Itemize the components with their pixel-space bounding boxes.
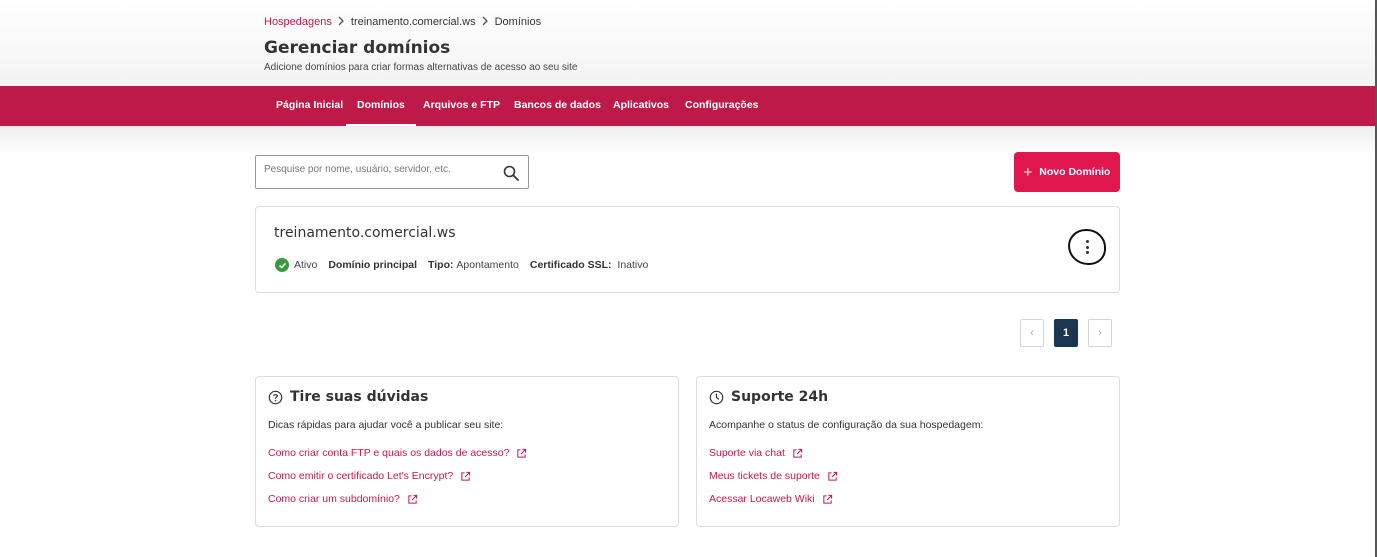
help-link-subdomain[interactable]: Como criar um subdomínio? xyxy=(268,493,418,505)
page-title: Gerenciar domínios xyxy=(264,38,451,58)
external-link-icon xyxy=(793,448,803,458)
check-circle-icon xyxy=(275,258,289,272)
support-link-tickets[interactable]: Meus tickets de suporte xyxy=(709,470,838,482)
support-card-description: Acompanhe o status de configuração da su… xyxy=(709,419,984,431)
support-link-label: Suporte via chat xyxy=(709,447,785,459)
tab-bancos-de-dados[interactable]: Bancos de dados xyxy=(514,86,601,126)
search-box[interactable] xyxy=(255,155,529,189)
main-nav: Página Inicial Domínios Arquivos e FTP B… xyxy=(0,86,1375,126)
external-link-icon xyxy=(822,494,832,504)
help-circle-icon xyxy=(268,390,283,404)
status-badge: Ativo xyxy=(275,258,317,272)
status-text: Ativo xyxy=(294,259,318,271)
help-link-label: Como emitir o certificado Let's Encrypt? xyxy=(268,470,454,482)
support-card: Suporte 24h Acompanhe o status de config… xyxy=(696,376,1120,527)
domain-meta: Ativo Domínio principal Tipo: Apontament… xyxy=(275,258,659,272)
tab-arquivos-ftp[interactable]: Arquivos e FTP xyxy=(423,86,500,126)
ssl-label: Certificado SSL: xyxy=(529,259,612,271)
pagination-prev-button[interactable]: ‹ xyxy=(1020,319,1044,347)
kebab-menu-icon[interactable] xyxy=(1081,238,1093,256)
type-value: Apontamento xyxy=(456,259,519,271)
help-link-ftp[interactable]: Como criar conta FTP e quais os dados de… xyxy=(268,447,527,459)
help-card-title: Tire suas dúvidas xyxy=(268,389,428,405)
search-input[interactable] xyxy=(264,164,494,175)
help-card-title-text: Tire suas dúvidas xyxy=(290,389,429,405)
help-card-description: Dicas rápidas para ajudar você a publica… xyxy=(268,419,504,431)
breadcrumb-hospedagens[interactable]: Hospedagens xyxy=(264,16,332,28)
help-card: Tire suas dúvidas Dicas rápidas para aju… xyxy=(255,376,679,527)
page-header: Hospedagens treinamento.comercial.ws Dom… xyxy=(0,0,1375,86)
support-card-title: Suporte 24h xyxy=(709,389,828,405)
pagination-next-button[interactable]: › xyxy=(1088,319,1112,347)
support-link-wiki[interactable]: Acessar Locaweb Wiki xyxy=(709,493,833,505)
primary-domain-label: Domínio principal xyxy=(328,259,418,271)
support-card-title-text: Suporte 24h xyxy=(731,389,829,405)
external-link-icon xyxy=(828,471,838,481)
tab-dominios[interactable]: Domínios xyxy=(346,86,416,126)
help-link-ssl[interactable]: Como emitir o certificado Let's Encrypt? xyxy=(268,470,471,482)
tab-pagina-inicial[interactable]: Página Inicial xyxy=(276,86,343,126)
search-icon[interactable] xyxy=(503,165,519,181)
breadcrumb-site[interactable]: treinamento.comercial.ws xyxy=(351,16,476,28)
domain-card: treinamento.comercial.ws Ativo Domínio p… xyxy=(255,206,1120,293)
ssl-value: Inativo xyxy=(617,259,649,271)
chevron-right-icon xyxy=(482,15,489,29)
external-link-icon xyxy=(461,471,471,481)
support-link-label: Acessar Locaweb Wiki xyxy=(709,493,815,505)
help-link-label: Como criar conta FTP e quais os dados de… xyxy=(268,447,510,459)
chevron-right-icon: › xyxy=(1098,327,1102,339)
chevron-left-icon: ‹ xyxy=(1030,327,1034,339)
help-link-label: Como criar um subdomínio? xyxy=(268,493,400,505)
breadcrumb-current: Domínios xyxy=(494,16,542,28)
support-link-chat[interactable]: Suporte via chat xyxy=(709,447,803,459)
page-subtitle: Adicione domínios para criar formas alte… xyxy=(264,62,578,73)
domain-name: treinamento.comercial.ws xyxy=(274,225,456,241)
plus-icon: + xyxy=(1023,163,1033,181)
type-label: Tipo: xyxy=(428,259,454,271)
external-link-icon xyxy=(408,494,418,504)
breadcrumb: Hospedagens treinamento.comercial.ws Dom… xyxy=(264,15,541,29)
clock-icon xyxy=(709,390,724,404)
support-link-label: Meus tickets de suporte xyxy=(709,470,820,482)
new-domain-label: Novo Domínio xyxy=(1039,166,1111,178)
tab-configuracoes[interactable]: Configurações xyxy=(685,86,759,126)
nav-shadow xyxy=(0,126,1375,156)
new-domain-button[interactable]: + Novo Domínio xyxy=(1014,152,1120,192)
tab-aplicativos[interactable]: Aplicativos xyxy=(613,86,669,126)
external-link-icon xyxy=(517,448,527,458)
chevron-right-icon xyxy=(338,15,345,29)
pagination-page-1[interactable]: 1 xyxy=(1054,319,1078,347)
